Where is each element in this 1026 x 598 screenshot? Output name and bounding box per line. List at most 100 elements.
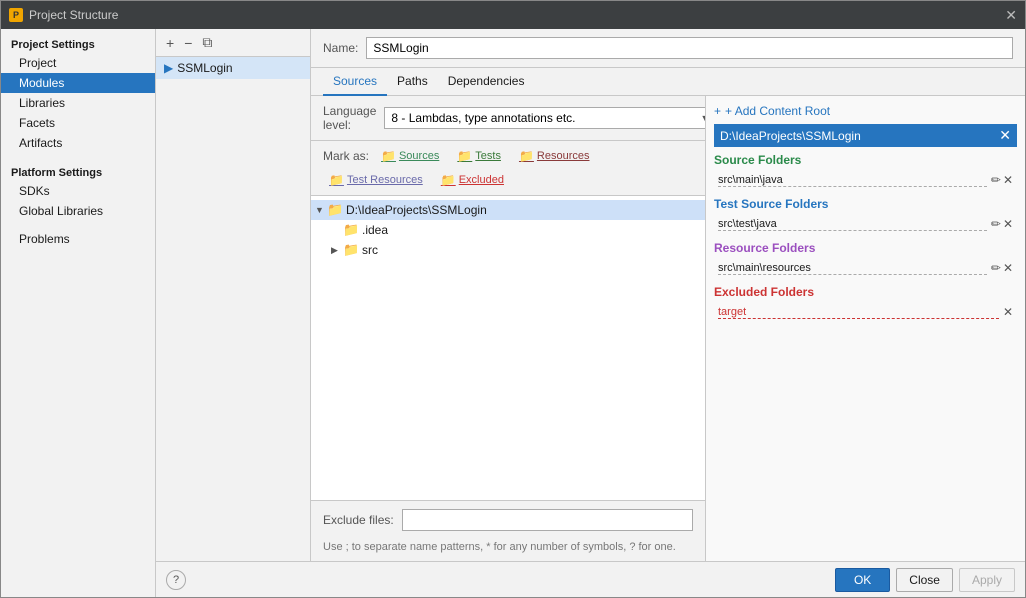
- mark-as-label: Mark as:: [323, 149, 369, 163]
- config-panel: Name: Sources Paths Dependencies: [311, 29, 1025, 561]
- file-tree[interactable]: ▼ 📁 D:\IdeaProjects\SSMLogin 📁 .idea: [311, 196, 705, 500]
- content-root-close-button[interactable]: ✕: [999, 127, 1011, 144]
- source-folder-edit-0[interactable]: ✏: [991, 173, 1001, 187]
- tab-sources[interactable]: Sources: [323, 68, 387, 96]
- sidebar-item-libraries[interactable]: Libraries: [1, 93, 155, 113]
- source-folder-actions-0: ✏ ✕: [991, 173, 1013, 187]
- sidebar-item-global-libraries[interactable]: Global Libraries: [1, 201, 155, 221]
- test-source-folder-edit-0[interactable]: ✏: [991, 217, 1001, 231]
- excluded-folder-icon: 📁: [441, 173, 456, 187]
- source-folder-path-0: src\main\java: [718, 174, 987, 187]
- platform-settings-header: Platform Settings: [1, 161, 155, 181]
- close-button[interactable]: Close: [896, 568, 953, 592]
- resource-folder-path-0: src\main\resources: [718, 262, 987, 275]
- sidebar-item-problems[interactable]: Problems: [1, 229, 155, 249]
- help-button[interactable]: ?: [166, 570, 186, 590]
- project-structure-window: P Project Structure ✕ Project Settings P…: [0, 0, 1026, 598]
- exclude-files-input[interactable]: [402, 509, 693, 531]
- excluded-folders-title: Excluded Folders: [714, 285, 1017, 299]
- module-item-ssmlogin[interactable]: ▶ SSMLogin: [156, 57, 310, 79]
- mark-as-tests-button[interactable]: 📁 Tests: [451, 147, 507, 165]
- module-tree-panel: + − ⧉ ▶ SSMLogin: [156, 29, 311, 561]
- resource-folder-entry-0: src\main\resources ✏ ✕: [714, 259, 1017, 277]
- content-root-path: D:\IdeaProjects\SSMLogin: [720, 129, 861, 143]
- apply-button[interactable]: Apply: [959, 568, 1015, 592]
- remove-module-button[interactable]: −: [180, 34, 196, 52]
- close-window-button[interactable]: ✕: [1005, 7, 1017, 24]
- window-title: Project Structure: [29, 8, 999, 22]
- module-toolbar: + − ⧉: [156, 29, 310, 57]
- copy-module-button[interactable]: ⧉: [198, 33, 216, 52]
- tree-item-src[interactable]: ▶ 📁 src: [311, 240, 705, 260]
- resource-folder-edit-0[interactable]: ✏: [991, 261, 1001, 275]
- sidebar-item-modules[interactable]: Modules: [1, 73, 155, 93]
- sidebar-item-sdks[interactable]: SDKs: [1, 181, 155, 201]
- test-source-folder-actions-0: ✏ ✕: [991, 217, 1013, 231]
- sidebar-divider-2: [1, 221, 155, 229]
- mark-as-excluded-button[interactable]: 📁 Excluded: [435, 171, 510, 189]
- mark-as-resources-button[interactable]: 📁 Resources: [513, 147, 596, 165]
- right-main: + − ⧉ ▶ SSMLogin Name:: [156, 29, 1025, 597]
- app-icon: P: [9, 8, 23, 22]
- project-settings-header: Project Settings: [1, 33, 155, 53]
- tabs-bar: Sources Paths Dependencies: [311, 68, 1025, 96]
- tree-toggle-src[interactable]: ▶: [331, 245, 343, 256]
- ok-button[interactable]: OK: [835, 568, 890, 592]
- mark-as-sources-button[interactable]: 📁 Sources: [375, 147, 445, 165]
- tree-folder-icon-root: 📁: [327, 202, 343, 218]
- language-level-select[interactable]: 3 - Enumerations, autoboxing, for-each l…: [384, 107, 706, 129]
- bottom-left: ?: [166, 570, 186, 590]
- exclude-files-label: Exclude files:: [323, 513, 394, 527]
- source-folder-entry-0: src\main\java ✏ ✕: [714, 171, 1017, 189]
- resources-folder-icon: 📁: [519, 149, 534, 163]
- bottom-right: OK Close Apply: [835, 568, 1015, 592]
- tree-idea-label: .idea: [362, 223, 388, 237]
- excluded-folder-entry-0: target ✕: [714, 303, 1017, 321]
- add-module-button[interactable]: +: [162, 34, 178, 52]
- test-source-folder-remove-0[interactable]: ✕: [1003, 217, 1013, 231]
- language-level-row: Language level: 3 - Enumerations, autobo…: [311, 96, 705, 141]
- language-level-label: Language level:: [323, 104, 376, 132]
- add-content-root-button[interactable]: + + Add Content Root: [714, 104, 1017, 118]
- mark-as-test-resources-button[interactable]: 📁 Test Resources: [323, 171, 429, 189]
- source-folders-section: Source Folders src\main\java ✏ ✕: [714, 153, 1017, 189]
- left-panel: Language level: 3 - Enumerations, autobo…: [311, 96, 706, 561]
- source-folder-remove-0[interactable]: ✕: [1003, 173, 1013, 187]
- excluded-folder-remove-0[interactable]: ✕: [1003, 305, 1013, 319]
- tree-toggle-root[interactable]: ▼: [315, 205, 327, 215]
- right-panel: + + Add Content Root D:\IdeaProjects\SSM…: [706, 96, 1025, 561]
- name-input[interactable]: [366, 37, 1013, 59]
- exclude-files-row: Exclude files:: [311, 500, 705, 539]
- inner-split: + − ⧉ ▶ SSMLogin Name:: [156, 29, 1025, 561]
- resource-folder-remove-0[interactable]: ✕: [1003, 261, 1013, 275]
- mark-as-row: Mark as: 📁 Sources 📁 Tests: [311, 141, 705, 196]
- module-name: SSMLogin: [177, 61, 232, 75]
- sources-folder-icon: 📁: [381, 149, 396, 163]
- exclude-files-hint: Use ; to separate name patterns, * for a…: [311, 539, 705, 561]
- excluded-folder-actions-0: ✕: [1003, 305, 1013, 319]
- content-root-item: D:\IdeaProjects\SSMLogin ✕: [714, 124, 1017, 147]
- test-source-folder-entry-0: src\test\java ✏ ✕: [714, 215, 1017, 233]
- tab-paths[interactable]: Paths: [387, 68, 438, 96]
- tree-src-label: src: [362, 243, 378, 257]
- language-level-wrapper: 3 - Enumerations, autoboxing, for-each l…: [384, 107, 706, 129]
- tab-content: Language level: 3 - Enumerations, autobo…: [311, 96, 1025, 561]
- resource-folders-title: Resource Folders: [714, 241, 1017, 255]
- main-layout: Project Settings Project Modules Librari…: [1, 29, 1025, 597]
- sidebar-divider: [1, 153, 155, 161]
- tree-folder-icon-src: 📁: [343, 242, 359, 258]
- tree-item-root[interactable]: ▼ 📁 D:\IdeaProjects\SSMLogin: [311, 200, 705, 220]
- test-source-folder-path-0: src\test\java: [718, 218, 987, 231]
- tree-item-idea[interactable]: 📁 .idea: [311, 220, 705, 240]
- sidebar-item-project[interactable]: Project: [1, 53, 155, 73]
- test-resources-folder-icon: 📁: [329, 173, 344, 187]
- resource-folders-section: Resource Folders src\main\resources ✏ ✕: [714, 241, 1017, 277]
- plus-icon: +: [714, 104, 721, 118]
- tab-dependencies[interactable]: Dependencies: [438, 68, 535, 96]
- tree-folder-icon-idea: 📁: [343, 222, 359, 238]
- sidebar-item-facets[interactable]: Facets: [1, 113, 155, 133]
- sidebar-item-artifacts[interactable]: Artifacts: [1, 133, 155, 153]
- name-label: Name:: [323, 41, 358, 55]
- module-expand-icon: ▶: [164, 61, 173, 75]
- resource-folder-actions-0: ✏ ✕: [991, 261, 1013, 275]
